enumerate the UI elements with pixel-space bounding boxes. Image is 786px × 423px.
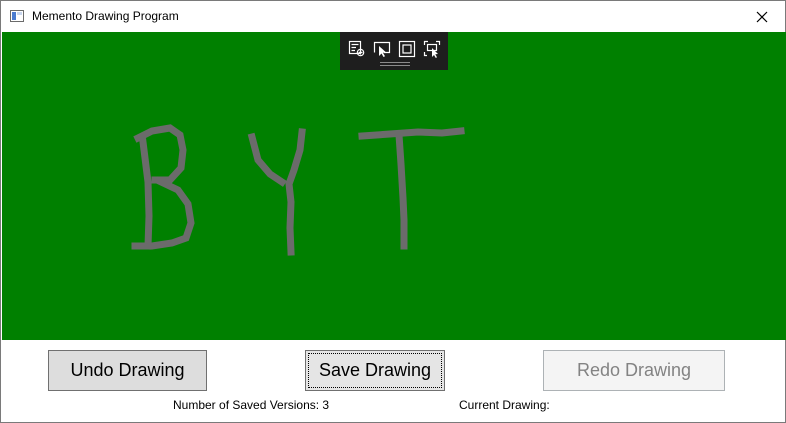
window-title: Memento Drawing Program <box>32 9 179 23</box>
toolbar-grip[interactable] <box>380 62 410 66</box>
debug-toolbar <box>340 32 448 70</box>
inspect-tree-icon[interactable] <box>348 40 366 58</box>
title-bar[interactable]: Memento Drawing Program <box>1 1 785 32</box>
ink-strokes <box>131 124 465 256</box>
app-window: Memento Drawing Program Undo Drawing Sav… <box>0 0 786 423</box>
save-drawing-button[interactable]: Save Drawing <box>305 350 445 391</box>
display-layout-adorners-icon[interactable] <box>398 40 416 58</box>
undo-drawing-button[interactable]: Undo Drawing <box>48 350 207 391</box>
track-focused-element-icon[interactable] <box>423 40 441 58</box>
select-element-icon[interactable] <box>373 40 391 58</box>
current-drawing-label: Current Drawing: <box>459 398 550 412</box>
ink-stroke-t <box>358 127 465 250</box>
ink-stroke-b <box>131 124 195 250</box>
drawing-canvas[interactable] <box>2 32 786 340</box>
redo-drawing-button[interactable]: Redo Drawing <box>543 350 725 391</box>
close-icon <box>756 11 768 22</box>
close-button[interactable] <box>739 1 785 32</box>
ink-stroke-y <box>247 128 306 256</box>
saved-versions-label: Number of Saved Versions: 3 <box>173 398 330 412</box>
app-icon <box>10 10 24 22</box>
